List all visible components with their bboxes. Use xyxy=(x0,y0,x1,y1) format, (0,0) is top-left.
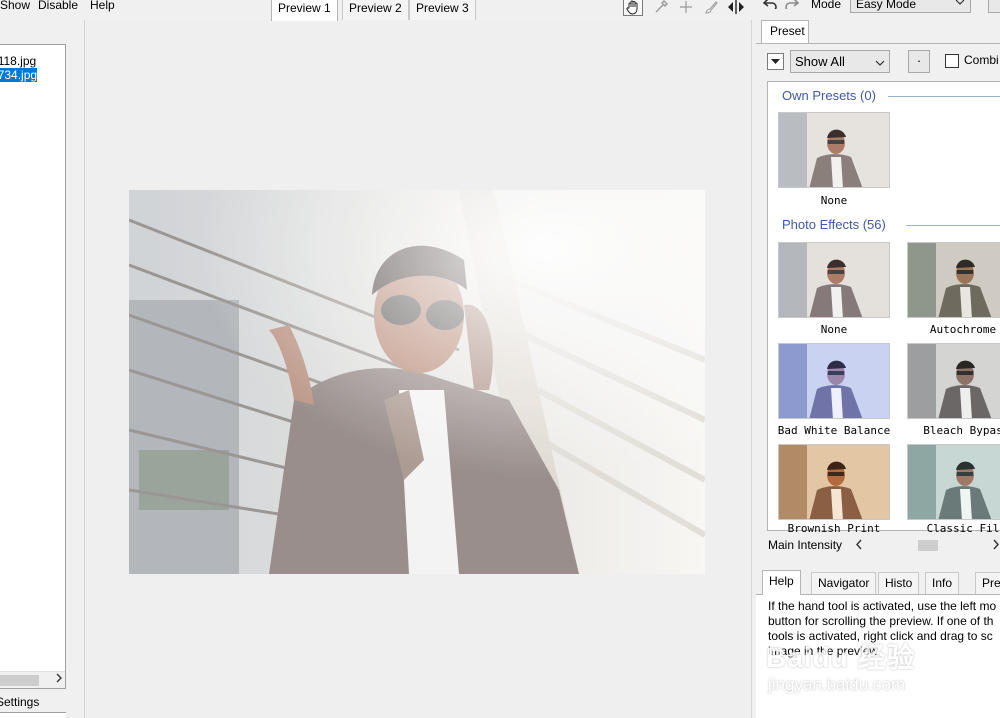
preset-label: None xyxy=(820,323,848,336)
crosshair-icon[interactable] xyxy=(676,0,696,16)
menu-disable[interactable]: Disable xyxy=(38,0,78,12)
slider-thumb[interactable] xyxy=(918,540,938,551)
preset-label: Bleach Bypas xyxy=(923,424,1000,437)
split-view-icon[interactable] xyxy=(726,0,746,16)
group-title-own-presets: Own Presets (0) xyxy=(782,88,880,103)
chevron-down-icon xyxy=(875,56,885,71)
main-intensity-slider[interactable] xyxy=(851,538,1000,553)
preset-thumbnail xyxy=(908,344,1000,418)
mode-select[interactable]: Easy Mode xyxy=(850,0,971,13)
brush-icon[interactable] xyxy=(701,0,721,16)
menu-help[interactable]: Help xyxy=(90,0,115,12)
tab-preset[interactable]: Preset xyxy=(761,20,809,44)
eyedropper-icon[interactable] xyxy=(651,0,671,16)
preset-thumbnail xyxy=(779,445,889,519)
watermark-brand: Baidu 经验 xyxy=(766,642,916,673)
settings-label[interactable]: Settings xyxy=(0,695,39,709)
chevron-down-icon xyxy=(955,0,965,10)
file-item[interactable]: 3798118.jpg xyxy=(0,54,36,68)
preview-image[interactable] xyxy=(129,190,705,574)
tab-pre[interactable]: Pre xyxy=(975,572,1000,594)
tab-divider xyxy=(756,43,1000,44)
preset-label: Bad White Balance xyxy=(777,424,891,437)
preset-thumb-own-none[interactable] xyxy=(778,112,890,188)
preview-canvas[interactable] xyxy=(84,20,752,718)
mode-select-value: Easy Mode xyxy=(856,0,917,11)
preset-thumb-classic-film[interactable] xyxy=(907,444,1000,520)
main-intensity-label: Main Intensity xyxy=(768,538,843,552)
group-title-photo-effects: Photo Effects (56) xyxy=(782,217,890,232)
tab-histo[interactable]: Histo xyxy=(878,572,920,594)
preset-filter-select[interactable]: Show All xyxy=(790,50,890,73)
mode-label: Mode xyxy=(811,0,842,11)
preset-label: Autochrome xyxy=(929,323,997,336)
combine-label: Combi xyxy=(964,53,999,67)
preset-menu-button[interactable] xyxy=(767,53,784,70)
preset-thumb-none[interactable] xyxy=(778,242,890,318)
preset-filter-value: Show All xyxy=(795,54,845,69)
hand-icon[interactable] xyxy=(623,0,643,16)
preset-thumbnail xyxy=(779,243,889,317)
preset-thumbnail xyxy=(779,113,889,187)
tab-info[interactable]: Info xyxy=(925,572,960,594)
chevron-right-icon[interactable] xyxy=(55,673,63,686)
undo-icon[interactable] xyxy=(762,0,777,12)
redo-icon[interactable] xyxy=(785,0,800,12)
settings-panel-edge xyxy=(0,712,66,718)
preset-thumb-autochrome[interactable] xyxy=(907,242,1000,318)
group-divider xyxy=(906,225,1000,226)
tab-preview-3[interactable]: Preview 3 xyxy=(409,0,476,20)
file-item-selected[interactable]: 3799734.jpg xyxy=(0,68,38,82)
preset-label: Classic Fil xyxy=(926,522,1000,535)
file-list: 3798118.jpg 3799734.jpg xyxy=(0,44,66,689)
scroll-thumb[interactable] xyxy=(0,675,39,686)
tab-help[interactable]: Help xyxy=(762,570,801,595)
tab-preview-2[interactable]: Preview 2 xyxy=(342,0,409,20)
chevron-left-icon[interactable] xyxy=(855,539,863,553)
preset-thumbnail xyxy=(908,243,1000,317)
group-divider xyxy=(888,96,1000,97)
preset-small-button[interactable]: · xyxy=(908,50,930,73)
toolbar-edge-button[interactable] xyxy=(988,0,1000,13)
preset-thumbnail xyxy=(779,344,889,418)
watermark-url: jingyan.baidu.com xyxy=(768,675,906,694)
preset-thumb-bleach-bypass[interactable] xyxy=(907,343,1000,419)
combine-checkbox[interactable] xyxy=(945,54,959,68)
tab-navigator[interactable]: Navigator xyxy=(811,572,877,594)
preset-thumb-bad-white-balance[interactable] xyxy=(778,343,890,419)
preset-gallery: Own Presets (0) None Photo Effects (56) … xyxy=(767,81,1000,535)
preset-thumb-brownish-print[interactable] xyxy=(778,444,890,520)
chevron-right-icon[interactable] xyxy=(992,539,1000,553)
file-list-hscrollbar[interactable] xyxy=(0,671,65,688)
tab-preview-1[interactable]: Preview 1 xyxy=(271,0,338,21)
preset-thumbnail xyxy=(908,445,1000,519)
preset-label: None xyxy=(820,194,848,207)
preset-label: Brownish Print xyxy=(787,522,881,535)
menu-show[interactable]: Show xyxy=(0,0,30,12)
